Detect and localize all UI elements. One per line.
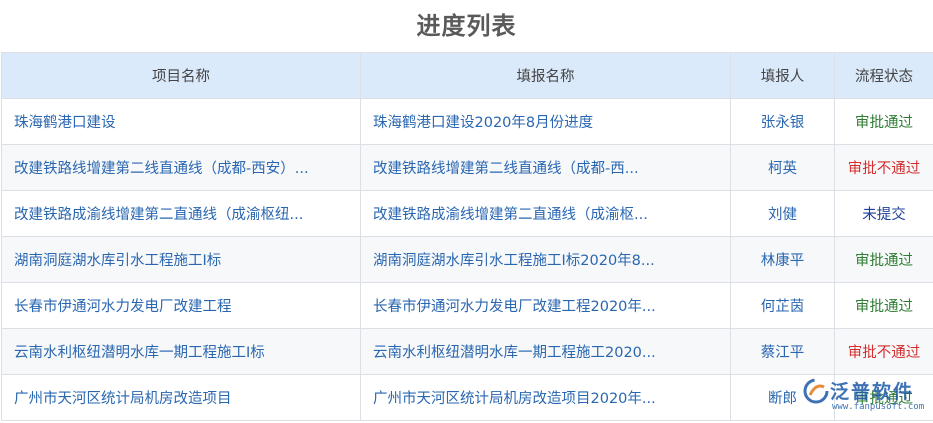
cell-project-name[interactable]: 云南水利枢纽潜明水库一期工程施工I标 bbox=[1, 328, 361, 375]
cell-status: 审批不通过 bbox=[834, 144, 933, 191]
table-header-row: 项目名称 填报名称 填报人 流程状态 bbox=[1, 52, 933, 99]
cell-status: 审批通过 bbox=[834, 236, 933, 283]
cell-project-name[interactable]: 改建铁路线增建第二线直通线（成都-西安）... bbox=[1, 144, 361, 191]
table-row[interactable]: 珠海鹤港口建设 珠海鹤港口建设2020年8月份进度 张永银 审批通过 bbox=[1, 98, 933, 145]
cell-status: 审批不通过 bbox=[834, 328, 933, 375]
cell-reporter: 蔡江平 bbox=[730, 328, 835, 375]
table-row[interactable]: 长春市伊通河水力发电厂改建工程 长春市伊通河水力发电厂改建工程2020年... 何芷… bbox=[1, 282, 933, 329]
column-header-status[interactable]: 流程状态 bbox=[834, 52, 933, 99]
cell-report-name[interactable]: 改建铁路成渝线增建第二直通线（成渝枢... bbox=[360, 190, 731, 237]
table-row[interactable]: 湖南洞庭湖水库引水工程施工I标 湖南洞庭湖水库引水工程施工I标2020年8... 林… bbox=[1, 236, 933, 283]
cell-status: 审批通过 bbox=[834, 282, 933, 329]
cell-report-name[interactable]: 长春市伊通河水力发电厂改建工程2020年... bbox=[360, 282, 731, 329]
table-row[interactable]: 改建铁路线增建第二线直通线（成都-西安）... 改建铁路线增建第二线直通线（成都-… bbox=[1, 144, 933, 191]
cell-status: 审批通过 bbox=[834, 98, 933, 145]
cell-reporter: 柯英 bbox=[730, 144, 835, 191]
table-body: 珠海鹤港口建设 珠海鹤港口建设2020年8月份进度 张永银 审批通过 改建铁路线增建第二… bbox=[1, 98, 933, 421]
table-row[interactable]: 云南水利枢纽潜明水库一期工程施工I标 云南水利枢纽潜明水库一期工程施工2020..… bbox=[1, 328, 933, 375]
cell-report-name[interactable]: 广州市天河区统计局机房改造项目2020年... bbox=[360, 374, 731, 421]
cell-reporter: 张永银 bbox=[730, 98, 835, 145]
cell-reporter: 刘健 bbox=[730, 190, 835, 237]
cell-project-name[interactable]: 湖南洞庭湖水库引水工程施工I标 bbox=[1, 236, 361, 283]
cell-report-name[interactable]: 改建铁路线增建第二线直通线（成都-西... bbox=[360, 144, 731, 191]
table-row[interactable]: 改建铁路成渝线增建第二直通线（成渝枢纽... 改建铁路成渝线增建第二直通线（成渝枢… bbox=[1, 190, 933, 237]
cell-project-name[interactable]: 广州市天河区统计局机房改造项目 bbox=[1, 374, 361, 421]
page-title: 进度列表 bbox=[416, 12, 517, 40]
cell-report-name[interactable]: 湖南洞庭湖水库引水工程施工I标2020年8... bbox=[360, 236, 731, 283]
cell-report-name[interactable]: 珠海鹤港口建设2020年8月份进度 bbox=[360, 98, 731, 145]
cell-project-name[interactable]: 长春市伊通河水力发电厂改建工程 bbox=[1, 282, 361, 329]
cell-report-name[interactable]: 云南水利枢纽潜明水库一期工程施工2020... bbox=[360, 328, 731, 375]
cell-project-name[interactable]: 改建铁路成渝线增建第二直通线（成渝枢纽... bbox=[1, 190, 361, 237]
cell-status: 未提交 bbox=[834, 190, 933, 237]
column-header-project-name[interactable]: 项目名称 bbox=[1, 52, 361, 99]
progress-table: 项目名称 填报名称 填报人 流程状态 珠海鹤港口建设 珠海鹤港口建设2020年8月… bbox=[1, 52, 933, 421]
cell-reporter: 林康平 bbox=[730, 236, 835, 283]
column-header-report-name[interactable]: 填报名称 bbox=[360, 52, 731, 99]
watermark-brand: 泛普软件 bbox=[830, 381, 915, 403]
brand-logo-icon bbox=[803, 378, 829, 404]
column-header-reporter[interactable]: 填报人 bbox=[730, 52, 835, 99]
table-row[interactable]: 广州市天河区统计局机房改造项目 广州市天河区统计局机房改造项目2020年... 断郎… bbox=[1, 374, 933, 421]
watermark-url: www.fanpusoft.com bbox=[832, 402, 925, 412]
cell-reporter: 何芷茵 bbox=[730, 282, 835, 329]
cell-project-name[interactable]: 珠海鹤港口建设 bbox=[1, 98, 361, 145]
watermark-logo: 泛普软件 www.fanpusoft.com bbox=[802, 375, 932, 419]
